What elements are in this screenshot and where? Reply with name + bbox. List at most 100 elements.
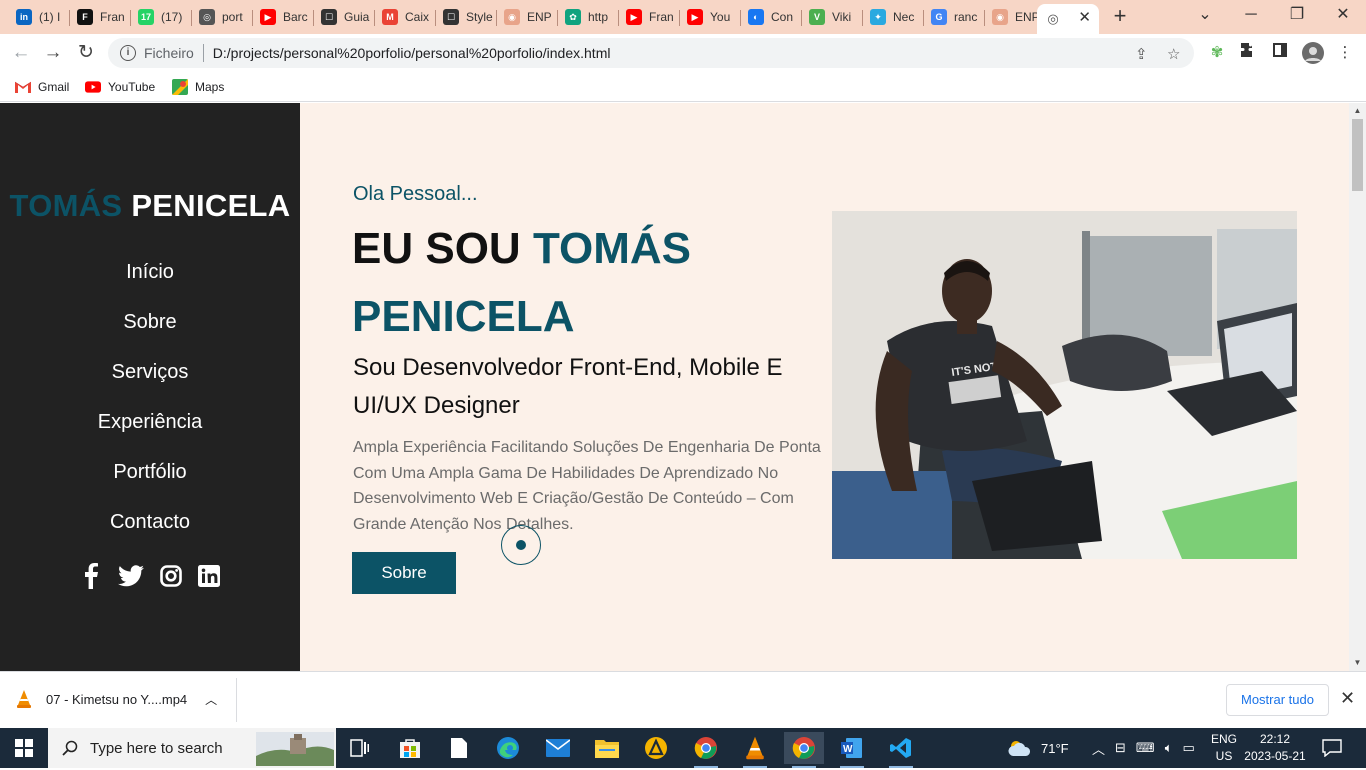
- mail-icon[interactable]: [538, 732, 578, 764]
- notifications-icon[interactable]: [1322, 728, 1342, 768]
- instagram-icon[interactable]: [160, 563, 182, 589]
- enp-icon: ◉: [992, 9, 1008, 25]
- youtube-icon: ▶: [626, 9, 642, 25]
- share-icon[interactable]: ⇪: [1135, 45, 1148, 63]
- browser-tab[interactable]: M Caix: [374, 4, 436, 30]
- page-scrollbar[interactable]: ▲ ▼: [1349, 103, 1366, 671]
- browser-tab[interactable]: in (1) I: [8, 4, 70, 30]
- browser-tab[interactable]: ◐ Con: [740, 4, 802, 30]
- word-icon[interactable]: W: [832, 732, 872, 768]
- browser-tab[interactable]: Granc: [923, 4, 985, 30]
- browser-tab[interactable]: ▶ You: [679, 4, 741, 30]
- window-close-button[interactable]: ✕: [1320, 0, 1366, 32]
- artstudio-icon[interactable]: [636, 732, 676, 764]
- bookmark-maps[interactable]: Maps: [172, 77, 224, 97]
- reload-button[interactable]: ↻: [73, 40, 99, 66]
- portfolio-page: TOMÁS PENICELA Início Sobre Serviços Exp…: [0, 103, 1366, 671]
- browser-tab[interactable]: F Fran: [69, 4, 131, 30]
- browser-tab[interactable]: ✿ http: [557, 4, 619, 30]
- extension-icon[interactable]: ✾: [1206, 42, 1228, 64]
- browser-tab-label: Fran: [100, 10, 125, 24]
- browser-tab[interactable]: V Viki: [801, 4, 863, 30]
- chrome-active-icon[interactable]: [784, 732, 824, 768]
- vlc-icon[interactable]: [735, 732, 775, 768]
- volume-icon[interactable]: 🔈︎: [1165, 740, 1173, 756]
- vscode-icon[interactable]: [881, 732, 921, 768]
- browser-tab[interactable]: ▶ Fran: [618, 4, 680, 30]
- browser-tab[interactable]: 17 (17): [130, 4, 192, 30]
- nav-item-portfolio[interactable]: Portfólio: [0, 458, 300, 508]
- nav-item-contacto[interactable]: Contacto: [0, 508, 300, 558]
- side-panel-icon[interactable]: [1269, 42, 1291, 64]
- chrome-icon[interactable]: [686, 732, 726, 768]
- tab-search-button[interactable]: ⌄: [1182, 0, 1228, 32]
- nav-item-inicio[interactable]: Início: [0, 258, 300, 308]
- framer-icon: F: [77, 9, 93, 25]
- new-tab-button[interactable]: +: [1109, 4, 1131, 30]
- bookmark-youtube[interactable]: YouTube: [85, 77, 155, 97]
- browser-tab-label: ranc: [954, 10, 978, 24]
- about-button[interactable]: Sobre: [352, 552, 456, 594]
- windows-start-button[interactable]: [0, 728, 48, 768]
- browser-tab[interactable]: ▶ Barc: [252, 4, 314, 30]
- back-button[interactable]: ←: [8, 40, 34, 66]
- browser-tab-label: Viki: [832, 10, 852, 24]
- display-icon[interactable]: ▭: [1183, 740, 1195, 756]
- network-icon[interactable]: ⊟: [1115, 740, 1126, 756]
- site-logo[interactable]: TOMÁS PENICELA: [0, 188, 300, 224]
- microsoft-store-icon[interactable]: [390, 732, 430, 764]
- download-item[interactable]: 07 - Kimetsu no Y....mp4 ︿: [16, 690, 217, 708]
- browser-tab[interactable]: ◎ port: [191, 4, 253, 30]
- taskbar-search-box[interactable]: Type here to search: [48, 728, 336, 768]
- ime-icon[interactable]: ⌨: [1136, 740, 1155, 756]
- nav-item-sobre[interactable]: Sobre: [0, 308, 300, 358]
- tab-active[interactable]: ◎ ✕: [1037, 4, 1099, 34]
- browser-tab[interactable]: ◉ ENP: [496, 4, 558, 30]
- scroll-down-icon[interactable]: ▼: [1349, 655, 1366, 671]
- browser-tab[interactable]: ☐ Guia: [313, 4, 375, 30]
- address-bar[interactable]: i Ficheiro D:/projects/personal%20porfol…: [108, 38, 1194, 68]
- taskbar-clock[interactable]: 22:12 2023-05-21: [1240, 731, 1310, 765]
- forward-button[interactable]: →: [40, 40, 66, 66]
- puzzle-icon[interactable]: [1237, 42, 1259, 64]
- download-divider: [236, 678, 237, 722]
- scrollbar-thumb[interactable]: [1352, 119, 1363, 191]
- twitter-icon[interactable]: [118, 563, 144, 589]
- show-all-downloads-button[interactable]: Mostrar tudo: [1226, 684, 1329, 716]
- facebook-icon[interactable]: [80, 563, 102, 589]
- scroll-up-icon[interactable]: ▲: [1349, 103, 1366, 119]
- file-icon[interactable]: [439, 732, 479, 764]
- nav-item-servicos[interactable]: Serviços: [0, 358, 300, 408]
- browser-tab[interactable]: ☐ Style: [435, 4, 497, 30]
- bookmark-star-icon[interactable]: ☆: [1167, 45, 1180, 63]
- file-explorer-icon[interactable]: [587, 732, 627, 764]
- main-nav: Início Sobre Serviços Experiência Portfó…: [0, 258, 300, 558]
- task-view-icon[interactable]: [340, 732, 380, 764]
- linkedin-icon[interactable]: [198, 563, 220, 589]
- windows-taskbar: Type here to search W 71°F ︿ ⊟ ⌨ 🔈︎ ▭ EN…: [0, 728, 1366, 768]
- address-divider: [202, 44, 204, 62]
- browser-tab[interactable]: ✦ Nec: [862, 4, 924, 30]
- menu-icon[interactable]: ⋮: [1334, 42, 1356, 64]
- hero-heading-first-name: TOMÁS: [532, 224, 692, 273]
- vlc-icon: [16, 690, 32, 708]
- greeting-text: Ola Pessoal...: [353, 183, 478, 205]
- address-scheme: Ficheiro: [144, 45, 194, 61]
- close-icon[interactable]: ✕: [1078, 8, 1091, 26]
- maps-icon: [172, 79, 188, 95]
- nav-item-experiencia[interactable]: Experiência: [0, 408, 300, 458]
- close-icon[interactable]: ✕: [1340, 688, 1355, 709]
- address-url[interactable]: D:/projects/personal%20porfolio/personal…: [213, 45, 611, 61]
- chevron-up-icon[interactable]: ︿: [1092, 739, 1105, 758]
- chevron-up-icon[interactable]: ︿: [205, 691, 217, 708]
- hero-heading-last-name: PENICELA: [352, 292, 575, 341]
- browser-tab-label: ENP: [527, 10, 552, 24]
- minimize-button[interactable]: ─: [1228, 0, 1274, 32]
- info-icon[interactable]: i: [120, 45, 136, 61]
- weather-widget[interactable]: 71°F: [1007, 728, 1069, 768]
- edge-icon[interactable]: [488, 732, 528, 764]
- bookmark-gmail[interactable]: Gmail: [15, 77, 69, 97]
- download-file-name: 07 - Kimetsu no Y....mp4: [46, 691, 188, 707]
- profile-avatar[interactable]: [1302, 42, 1324, 64]
- maximize-button[interactable]: ❐: [1274, 0, 1320, 32]
